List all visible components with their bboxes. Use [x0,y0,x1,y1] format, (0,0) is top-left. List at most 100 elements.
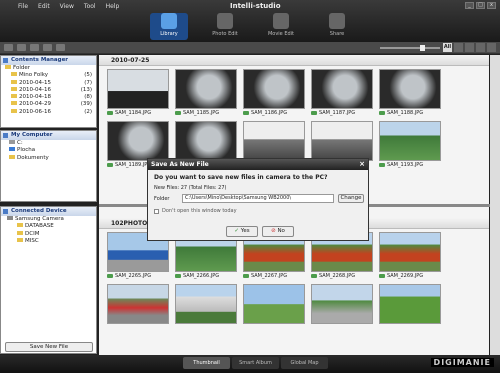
camera-icon [243,111,249,115]
menu-edit[interactable]: Edit [38,3,50,10]
nav-library[interactable]: Library [150,13,188,40]
menu-view[interactable]: View [60,3,74,10]
tree-count: (13) [80,86,92,93]
view-grid-button[interactable] [454,43,463,52]
camera-icon [311,274,317,278]
photo-caption: SAM_2267.JPG [243,272,305,280]
photo-image[interactable] [243,284,305,324]
photo-caption: SAM_1188.JPG [379,109,441,117]
change-button[interactable]: Change [338,194,364,203]
folder-icon [17,223,23,228]
photo-thumbnail[interactable]: SAM_1188.JPG [379,69,441,117]
photo-image[interactable] [311,121,373,161]
close-button[interactable]: x [487,2,496,9]
photo-image[interactable] [107,284,169,324]
photo-image[interactable] [175,69,237,109]
new-folder-icon[interactable] [30,44,39,51]
camera-icon [243,274,249,278]
tree-item[interactable]: DATABASE [7,223,96,230]
tree-item[interactable]: 2010-04-29 (39) [5,101,96,108]
tree-item[interactable]: Samsung Camera [7,216,96,223]
photo-grid: SAM_1184.JPG SAM_1185.JPG SAM_1186.JPG SAM_… [99,66,489,169]
photo-caption: SAM_2268.JPG [311,272,373,280]
dont-open-checkbox[interactable] [154,208,159,214]
tree-count: (5) [84,72,92,79]
menu-tool[interactable]: Tool [84,3,96,10]
photo-image[interactable] [379,121,441,161]
minimize-button[interactable]: _ [465,2,474,9]
tab-thumbnail[interactable]: Thumbnail [183,357,230,369]
dont-open-option[interactable]: Don't open this window today [154,208,237,214]
zoom-slider[interactable] [380,45,440,51]
photo-thumbnail[interactable]: SAM_1184.JPG [107,69,169,117]
photo-image[interactable] [311,69,373,109]
photo-thumbnail[interactable] [311,284,373,324]
photo-image[interactable] [379,284,441,324]
no-button[interactable]: ⊘ No [262,226,294,237]
nav-photo-edit[interactable]: Photo Edit [206,13,244,40]
photo-thumbnail[interactable]: SAM_2269.JPG [379,232,441,280]
my-computer-title: My Computer [1,131,96,140]
photo-thumbnail[interactable] [379,284,441,324]
photo-thumbnail[interactable] [243,284,305,324]
view-large-button[interactable] [487,43,496,52]
photo-image[interactable] [107,121,169,161]
tree-item[interactable]: Dokumenty [9,154,96,162]
photo-image[interactable] [243,121,305,161]
dialog-close-icon[interactable]: × [359,159,365,170]
zoom-handle[interactable] [420,45,425,51]
tree-item[interactable]: DCIM [7,230,96,238]
tree-item[interactable]: 2010-06-16 (2) [5,108,96,116]
photo-thumbnail[interactable]: SAM_1193.JPG [379,121,441,169]
tree-item[interactable]: Plocha [9,147,96,154]
nav-movie-edit[interactable]: Movie Edit [262,13,300,40]
delete-icon[interactable] [43,44,52,51]
photo-image[interactable] [311,284,373,324]
photo-image[interactable] [379,232,441,272]
tree-item[interactable]: 2010-04-16 (13) [5,86,96,94]
tree-label: Dokumenty [17,154,49,161]
photo-thumbnail[interactable]: SAM_1185.JPG [175,69,237,117]
view-list-button[interactable] [465,43,474,52]
photo-caption: SAM_2269.JPG [379,272,441,280]
tree-item[interactable]: 2010-04-15 (7) [5,79,96,87]
save-new-file-button[interactable]: Save New File [5,342,93,352]
photo-image[interactable] [175,121,237,161]
camera-icon [311,111,317,115]
tab-global-map[interactable]: Global Map [281,357,328,369]
view-all-button[interactable]: All [443,43,452,52]
camera-icon [107,111,113,115]
folder-path-field[interactable]: C:\Users\Mino\Desktop\Samsung WB2000\ [182,194,334,203]
photo-thumbnail[interactable] [175,284,237,324]
tree-item[interactable]: Mino Folky (5) [5,72,96,79]
photo-image[interactable] [175,284,237,324]
photo-image[interactable] [243,69,305,109]
tab-smart-album[interactable]: Smart Album [232,357,279,369]
user-icon[interactable] [56,44,65,51]
photo-thumbnail[interactable] [107,284,169,324]
photo-image[interactable] [107,69,169,109]
folder-icon [11,101,17,106]
forward-icon[interactable] [17,44,26,51]
folder-icon [11,79,17,84]
tree-item[interactable]: MISC [7,237,96,245]
tree-label: C: [17,140,23,146]
back-icon[interactable] [4,44,13,51]
yes-button[interactable]: ✓ Yes [226,226,258,237]
app-title: Intelli-studio [230,2,281,10]
no-label: No [277,228,285,234]
photo-image[interactable] [379,69,441,109]
tree-item[interactable]: 2010-04-18 (8) [5,94,96,101]
photo-thumbnail[interactable]: SAM_1186.JPG [243,69,305,117]
menu-help[interactable]: Help [106,3,120,10]
nav-share[interactable]: Share [318,13,356,40]
maximize-button[interactable]: □ [476,2,485,9]
menu-file[interactable]: File [18,3,28,10]
tree-item[interactable]: Folder [5,65,96,72]
photo-thumbnail[interactable]: SAM_1187.JPG [311,69,373,117]
tree-item[interactable]: C: [9,140,96,147]
dialog-question: Do you want to save new files in camera … [154,174,328,181]
dialog-stats: New Files: 27 (Total Files: 27) [154,185,227,191]
scrollbar[interactable] [490,55,500,355]
view-detail-button[interactable] [476,43,485,52]
